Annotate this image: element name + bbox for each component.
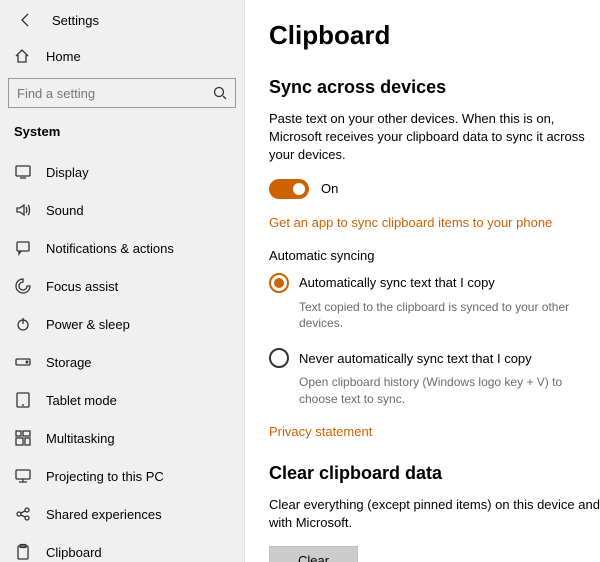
page-title: Clipboard: [269, 20, 600, 51]
radio-label: Never automatically sync text that I cop…: [299, 351, 532, 366]
sidebar-item-label: Projecting to this PC: [46, 469, 164, 484]
sidebar-item-label: Focus assist: [46, 279, 118, 294]
tablet-icon: [14, 392, 32, 408]
radio-auto-hint: Text copied to the clipboard is synced t…: [299, 299, 600, 333]
sidebar-item-shared[interactable]: Shared experiences: [0, 495, 244, 533]
radio-never-hint: Open clipboard history (Windows logo key…: [299, 374, 600, 408]
clipboard-icon: [14, 544, 32, 560]
shared-icon: [14, 506, 32, 522]
power-icon: [14, 316, 32, 332]
radio-auto-sync[interactable]: Automatically sync text that I copy: [269, 273, 600, 293]
clear-button[interactable]: Clear: [269, 546, 358, 562]
sidebar-item-label: Multitasking: [46, 431, 115, 446]
radio-label: Automatically sync text that I copy: [299, 275, 495, 290]
section-label: System: [0, 116, 244, 153]
sidebar-item-sound[interactable]: Sound: [0, 191, 244, 229]
clear-description: Clear everything (except pinned items) o…: [269, 496, 600, 532]
sidebar-item-label: Power & sleep: [46, 317, 130, 332]
sidebar-item-storage[interactable]: Storage: [0, 343, 244, 381]
nav-list: Display Sound Notifications & actions Fo…: [0, 153, 244, 562]
sync-description: Paste text on your other devices. When t…: [269, 110, 600, 165]
home-label: Home: [46, 49, 81, 64]
sidebar-item-label: Notifications & actions: [46, 241, 174, 256]
sync-heading: Sync across devices: [269, 77, 600, 98]
sidebar-item-multitasking[interactable]: Multitasking: [0, 419, 244, 457]
projecting-icon: [14, 468, 32, 484]
search-container: [0, 74, 244, 116]
back-icon[interactable]: [18, 12, 34, 28]
sync-toggle-row: On: [269, 179, 600, 199]
clear-heading: Clear clipboard data: [269, 463, 600, 484]
sidebar-item-label: Tablet mode: [46, 393, 117, 408]
sidebar-item-display[interactable]: Display: [0, 153, 244, 191]
main-panel: Clipboard Sync across devices Paste text…: [245, 0, 600, 562]
sidebar-item-power[interactable]: Power & sleep: [0, 305, 244, 343]
sidebar-item-label: Storage: [46, 355, 92, 370]
sidebar-item-label: Shared experiences: [46, 507, 162, 522]
radio-icon: [269, 273, 289, 293]
storage-icon: [14, 354, 32, 370]
sidebar-item-notifications[interactable]: Notifications & actions: [0, 229, 244, 267]
sidebar: Settings Home System Display Sound Notif…: [0, 0, 245, 562]
privacy-link[interactable]: Privacy statement: [269, 424, 372, 439]
sound-icon: [14, 202, 32, 218]
focus-icon: [14, 278, 32, 294]
home-nav[interactable]: Home: [0, 38, 244, 74]
display-icon: [14, 164, 32, 180]
search-input[interactable]: [8, 78, 236, 108]
sidebar-item-projecting[interactable]: Projecting to this PC: [0, 457, 244, 495]
home-icon: [14, 48, 30, 64]
auto-sync-heading: Automatic syncing: [269, 248, 600, 263]
get-app-link[interactable]: Get an app to sync clipboard items to yo…: [269, 215, 552, 230]
sidebar-item-tablet[interactable]: Tablet mode: [0, 381, 244, 419]
sync-toggle[interactable]: [269, 179, 309, 199]
sidebar-item-label: Clipboard: [46, 545, 102, 560]
multitasking-icon: [14, 430, 32, 446]
sidebar-item-label: Display: [46, 165, 89, 180]
sidebar-item-clipboard[interactable]: Clipboard: [0, 533, 244, 562]
search-icon: [212, 85, 228, 101]
notifications-icon: [14, 240, 32, 256]
sidebar-item-focus[interactable]: Focus assist: [0, 267, 244, 305]
radio-icon: [269, 348, 289, 368]
toggle-label: On: [321, 181, 338, 196]
sidebar-item-label: Sound: [46, 203, 84, 218]
header: Settings: [0, 0, 244, 38]
radio-never-sync[interactable]: Never automatically sync text that I cop…: [269, 348, 600, 368]
app-title: Settings: [52, 13, 99, 28]
